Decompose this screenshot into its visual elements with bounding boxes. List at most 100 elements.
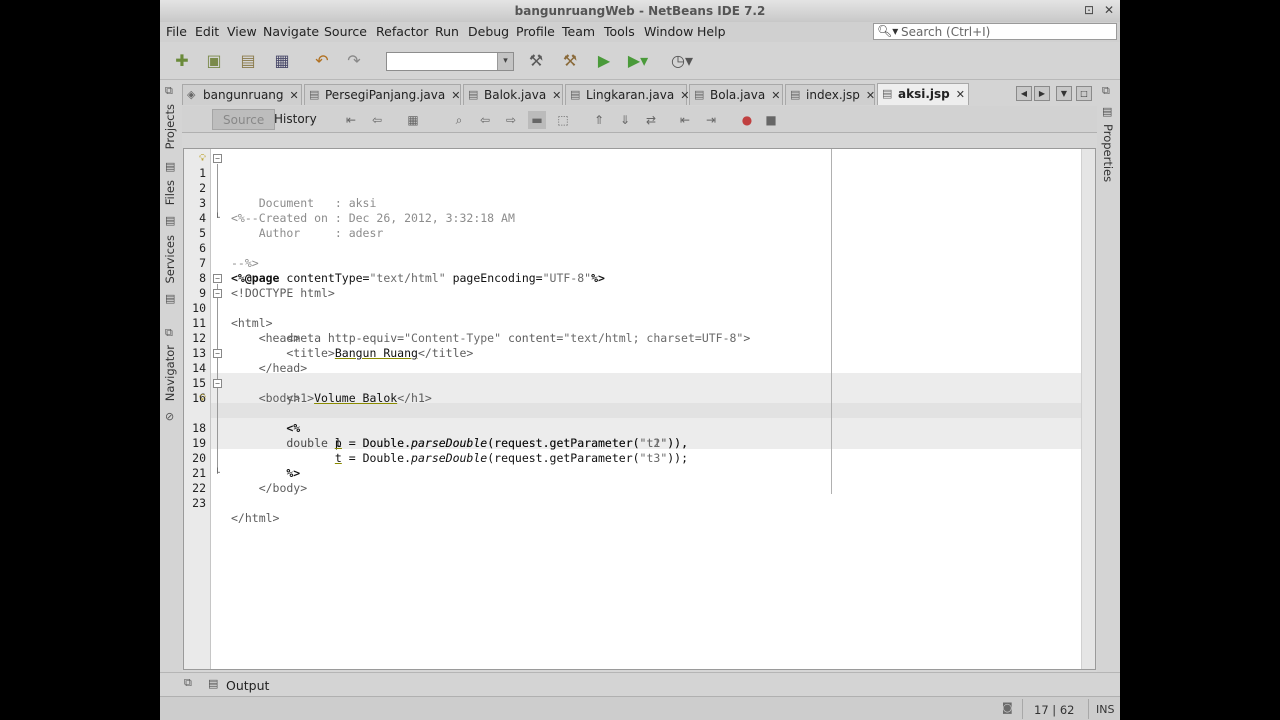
- shift-right-icon[interactable]: ⇥: [702, 111, 720, 129]
- projects-icon: ▤: [165, 160, 176, 173]
- java-file-icon: ▤: [570, 88, 581, 101]
- notifications-icon[interactable]: ◙: [1002, 701, 1013, 714]
- code-line: 5 └ --%>: [184, 211, 1084, 271]
- new-file-icon[interactable]: ✚: [170, 50, 194, 72]
- menu-window[interactable]: Window: [644, 24, 693, 39]
- code-line: 20 %>: [184, 436, 1084, 480]
- code-line: 14 − <body>: [184, 346, 1084, 405]
- left-side-bar: ⧉ Projects ▤ Files ▤ Services ▤ ⧉ Naviga…: [160, 80, 182, 672]
- menu-run[interactable]: Run: [435, 24, 459, 39]
- save-all-icon[interactable]: ▦: [270, 50, 294, 72]
- tab-index-jsp[interactable]: ▤ index.jsp ✕: [785, 84, 875, 105]
- scroll-tabs-left-icon[interactable]: ◀: [1016, 86, 1032, 101]
- find-previous-icon[interactable]: ⇦: [476, 111, 494, 129]
- maximize-button[interactable]: ⊡: [1082, 3, 1096, 17]
- sidebar-tab-services[interactable]: Services: [163, 235, 177, 284]
- history-view-button[interactable]: History: [264, 109, 327, 130]
- tab-bola[interactable]: ▤ Bola.java ✕: [689, 84, 783, 105]
- close-window-button[interactable]: ✕: [1102, 3, 1116, 17]
- new-project-icon[interactable]: ▣: [202, 50, 226, 72]
- tab-persegipanjang[interactable]: ▤ PersegiPanjang.java ✕: [304, 84, 461, 105]
- close-icon[interactable]: ✕: [866, 89, 875, 102]
- menu-debug[interactable]: Debug: [468, 24, 509, 39]
- last-edit-icon[interactable]: ⇤: [342, 111, 360, 129]
- code-line: 3 Created on : Dec 26, 2012, 3:32:18 AM: [184, 181, 1084, 225]
- code-line: 7 <%@page contentType="text/html" pageEn…: [184, 241, 1084, 285]
- fold-end-icon: └: [215, 213, 220, 222]
- tab-lingkaran[interactable]: ▤ Lingkaran.java ✕: [565, 84, 689, 105]
- properties-icon: ▤: [1102, 105, 1113, 118]
- build-icon[interactable]: ⚒: [524, 50, 548, 72]
- start-macro-icon[interactable]: ●: [738, 111, 756, 129]
- code-line: 2 Document : aksi: [184, 166, 1084, 210]
- close-icon[interactable]: ✕: [451, 89, 460, 102]
- menu-help[interactable]: Help: [697, 24, 726, 39]
- output-tab[interactable]: Output: [226, 678, 269, 693]
- close-icon[interactable]: ✕: [552, 89, 561, 102]
- toggle-bookmark-icon[interactable]: ⇄: [642, 111, 660, 129]
- hint-bulb-icon[interactable]: 💡︎: [199, 151, 206, 166]
- code-line: 17 💡︎ double p = Double.parseDouble(requ…: [184, 391, 1084, 450]
- redo-icon[interactable]: ↷: [342, 50, 366, 72]
- stop-macro-icon[interactable]: ■: [762, 111, 780, 129]
- maximize-editor-icon[interactable]: □: [1076, 86, 1092, 101]
- status-separator: [1088, 699, 1089, 719]
- output-panel-bar: ⧉ ▤ Output: [160, 672, 1120, 696]
- shift-left-icon[interactable]: ⇤: [676, 111, 694, 129]
- toggle-rect-selection-icon[interactable]: ⬚: [554, 111, 572, 129]
- menu-source[interactable]: Source: [324, 24, 367, 39]
- tab-aksi-jsp[interactable]: ▤ aksi.jsp ✕: [877, 83, 969, 105]
- menu-team[interactable]: Team: [562, 24, 595, 39]
- close-icon[interactable]: ✕: [771, 89, 780, 102]
- clean-build-icon[interactable]: ⚒: [558, 50, 582, 72]
- back-icon[interactable]: ⇦: [368, 111, 386, 129]
- fold-collapse-icon[interactable]: −: [213, 349, 222, 358]
- next-bookmark-icon[interactable]: ⇓: [616, 111, 634, 129]
- tab-bangunruang[interactable]: web-project-icon◈ bangunruang✕: [182, 84, 302, 105]
- find-selection-icon[interactable]: ⌕: [450, 111, 468, 129]
- profile-icon[interactable]: ◷▾: [670, 50, 694, 72]
- status-bar: ◙ 17 | 62 INS: [160, 696, 1120, 720]
- tab-label: Lingkaran.java: [586, 88, 675, 102]
- sidebar-tab-projects[interactable]: Projects: [163, 104, 177, 149]
- menu-navigate[interactable]: Navigate: [263, 24, 319, 39]
- debug-icon[interactable]: ▶▾: [626, 50, 650, 72]
- restore-group-icon-4[interactable]: ⧉: [184, 676, 192, 690]
- close-icon[interactable]: ✕: [290, 89, 299, 102]
- open-project-icon[interactable]: ▤: [236, 50, 260, 72]
- menu-tools[interactable]: Tools: [604, 24, 635, 39]
- sidebar-tab-files[interactable]: Files: [163, 180, 177, 205]
- menu-view[interactable]: View: [227, 24, 257, 39]
- config-combo[interactable]: ▾: [386, 52, 514, 71]
- restore-group-icon-2[interactable]: ⧉: [165, 326, 173, 340]
- fold-collapse-icon[interactable]: −: [213, 289, 222, 298]
- restore-group-icon[interactable]: ⧉: [165, 84, 173, 98]
- java-file-icon: ▤: [309, 88, 320, 101]
- sidebar-tab-navigator[interactable]: Navigator: [163, 345, 177, 401]
- toggle-highlight-icon[interactable]: ▬: [528, 111, 546, 129]
- menu-profile[interactable]: Profile: [516, 24, 555, 39]
- fold-collapse-icon[interactable]: −: [213, 154, 222, 163]
- undo-icon[interactable]: ↶: [310, 50, 334, 72]
- hint-bulb-icon[interactable]: 💡︎: [199, 391, 206, 406]
- menu-file[interactable]: File: [166, 24, 187, 39]
- restore-group-icon-3[interactable]: ⧉: [1102, 84, 1110, 98]
- menu-edit[interactable]: Edit: [195, 24, 219, 39]
- find-next-icon[interactable]: ⇨: [502, 111, 520, 129]
- ide-window: bangunruangWeb - NetBeans IDE 7.2 ⊡ ✕ Fi…: [160, 0, 1120, 720]
- scroll-tabs-right-icon[interactable]: ▶: [1034, 86, 1050, 101]
- code-editor[interactable]: 1 💡︎ − <%-- 2 Document : aksi 3 Created …: [183, 148, 1096, 670]
- run-icon[interactable]: ▶: [592, 50, 616, 72]
- close-icon[interactable]: ✕: [956, 88, 965, 101]
- editor-tabs: web-project-icon◈ bangunruang✕ ▤ Persegi…: [182, 80, 1097, 106]
- search-input[interactable]: 🔍︎▾ Search (Ctrl+I): [873, 23, 1117, 40]
- forward-icon[interactable]: ▦: [404, 111, 422, 129]
- sidebar-tab-properties[interactable]: Properties: [1101, 124, 1115, 182]
- fold-collapse-icon[interactable]: −: [213, 274, 222, 283]
- previous-bookmark-icon[interactable]: ⇑: [590, 111, 608, 129]
- code-line: 1 💡︎ − <%--: [184, 151, 1084, 225]
- show-opened-documents-icon[interactable]: ▼: [1056, 86, 1072, 101]
- tab-balok[interactable]: ▤ Balok.java ✕: [463, 84, 563, 105]
- menu-refactor[interactable]: Refactor: [376, 24, 428, 39]
- fold-collapse-icon[interactable]: −: [213, 379, 222, 388]
